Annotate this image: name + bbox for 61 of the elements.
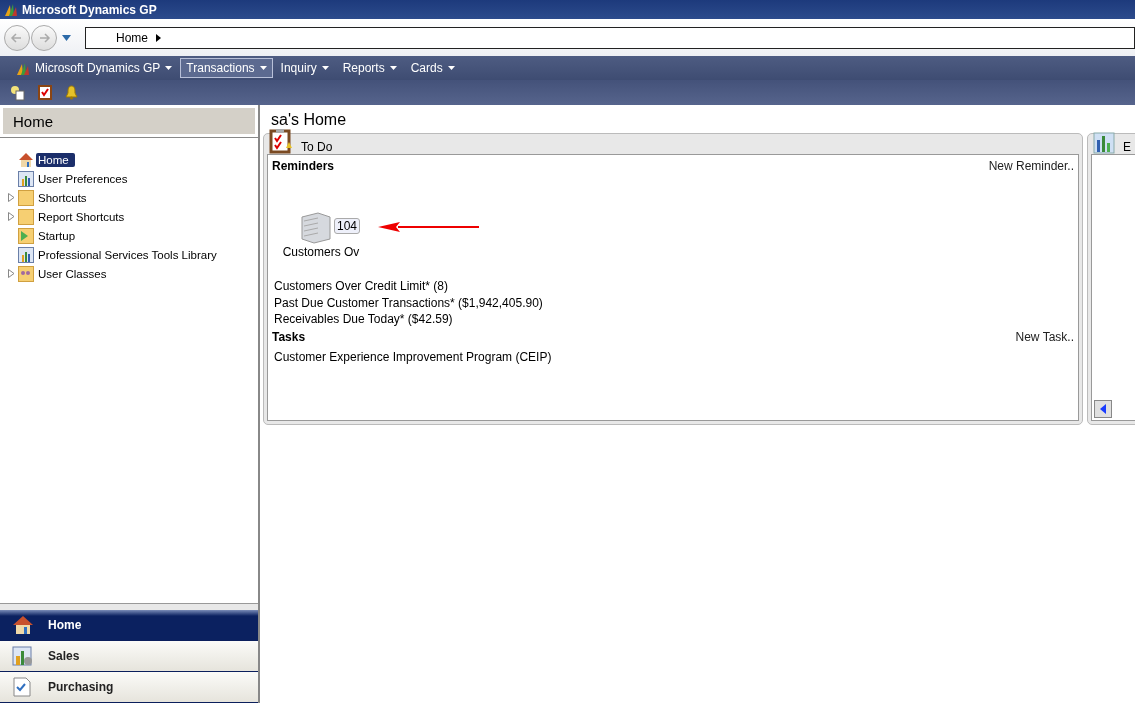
expander-icon[interactable]	[8, 212, 15, 221]
forward-arrow-icon	[37, 30, 51, 45]
menu-item[interactable]: Reports	[336, 58, 403, 78]
page-title: sa's Home	[270, 110, 348, 130]
navigation-button[interactable]: Home	[0, 610, 258, 641]
folder-icon	[18, 208, 34, 225]
section-heading: Tasks	[272, 330, 306, 344]
checked-document-icon	[12, 677, 34, 697]
caret-icon	[165, 66, 173, 70]
caret-icon	[389, 66, 397, 70]
dropdown-arrow-icon[interactable]	[62, 34, 71, 41]
tree-item[interactable]: User Classes	[36, 266, 109, 281]
menu-item[interactable]: Inquiry	[274, 58, 335, 78]
chart-window-icon	[18, 246, 34, 263]
reminder-link[interactable]: Customers Over Credit Limit* (8)	[272, 279, 1074, 296]
checklist-icon[interactable]	[38, 85, 52, 100]
bar-chart-icon	[1093, 132, 1115, 154]
expander-icon[interactable]	[8, 269, 15, 278]
documents-icon[interactable]	[10, 84, 26, 101]
folder-icon	[18, 189, 34, 206]
tree-item[interactable]: Professional Services Tools Library	[36, 247, 219, 262]
navigation-button[interactable]: Sales	[0, 641, 258, 672]
chart-window-icon	[12, 646, 34, 666]
caret-icon	[321, 66, 329, 70]
new-task-link[interactable]: New Task..	[1015, 330, 1074, 344]
splitter-grip[interactable]	[0, 603, 258, 610]
caret-icon	[447, 66, 455, 70]
new-reminder-link[interactable]: New Reminder..	[988, 158, 1074, 173]
navigation-button[interactable]: Purchasing	[0, 672, 258, 703]
bell-icon[interactable]	[64, 85, 79, 100]
count-badge: 104	[334, 217, 361, 234]
play-folder-icon	[18, 227, 34, 244]
caret-icon	[259, 66, 267, 70]
house-icon	[18, 151, 34, 168]
reminder-link[interactable]: Past Due Customer Transactions* ($1,942,405.90)	[272, 295, 1074, 312]
bars-logo-icon	[4, 3, 18, 16]
panel-title: E	[1123, 140, 1131, 154]
window-title: Microsoft Dynamics GP	[22, 2, 157, 17]
pane-header: Home	[2, 107, 256, 135]
menu-item[interactable]: Transactions	[180, 58, 273, 78]
tree-item[interactable]: Home	[36, 152, 75, 167]
panel-title: To Do	[301, 140, 333, 154]
menu-item[interactable]: Cards	[404, 58, 461, 78]
house-icon	[12, 615, 34, 635]
back-arrow-icon	[10, 30, 24, 45]
reminder-link[interactable]: Receivables Due Today* ($42.59)	[272, 312, 1074, 329]
reminder-tile[interactable]: 104 Customers Ov	[276, 204, 366, 259]
address-field[interactable]: Home	[85, 26, 1135, 49]
expander-icon[interactable]	[8, 193, 15, 202]
chart-window-icon	[18, 170, 34, 187]
tree-item[interactable]: Shortcuts	[36, 190, 89, 205]
tree-item[interactable]: User Preferences	[36, 171, 130, 186]
tree-item[interactable]: Startup	[36, 228, 78, 243]
section-heading: Reminders	[272, 158, 335, 173]
task-link[interactable]: Customer Experience Improvement Program (CEIP)	[272, 349, 1074, 366]
tree-item[interactable]: Report Shortcuts	[36, 209, 127, 224]
scroll-left-button[interactable]	[1094, 400, 1112, 418]
users-folder-icon	[18, 265, 34, 282]
left-triangle-icon	[1100, 404, 1106, 414]
menu-item[interactable]: Microsoft Dynamics GP	[10, 58, 179, 78]
breadcrumb-arrow-icon[interactable]	[156, 33, 161, 42]
